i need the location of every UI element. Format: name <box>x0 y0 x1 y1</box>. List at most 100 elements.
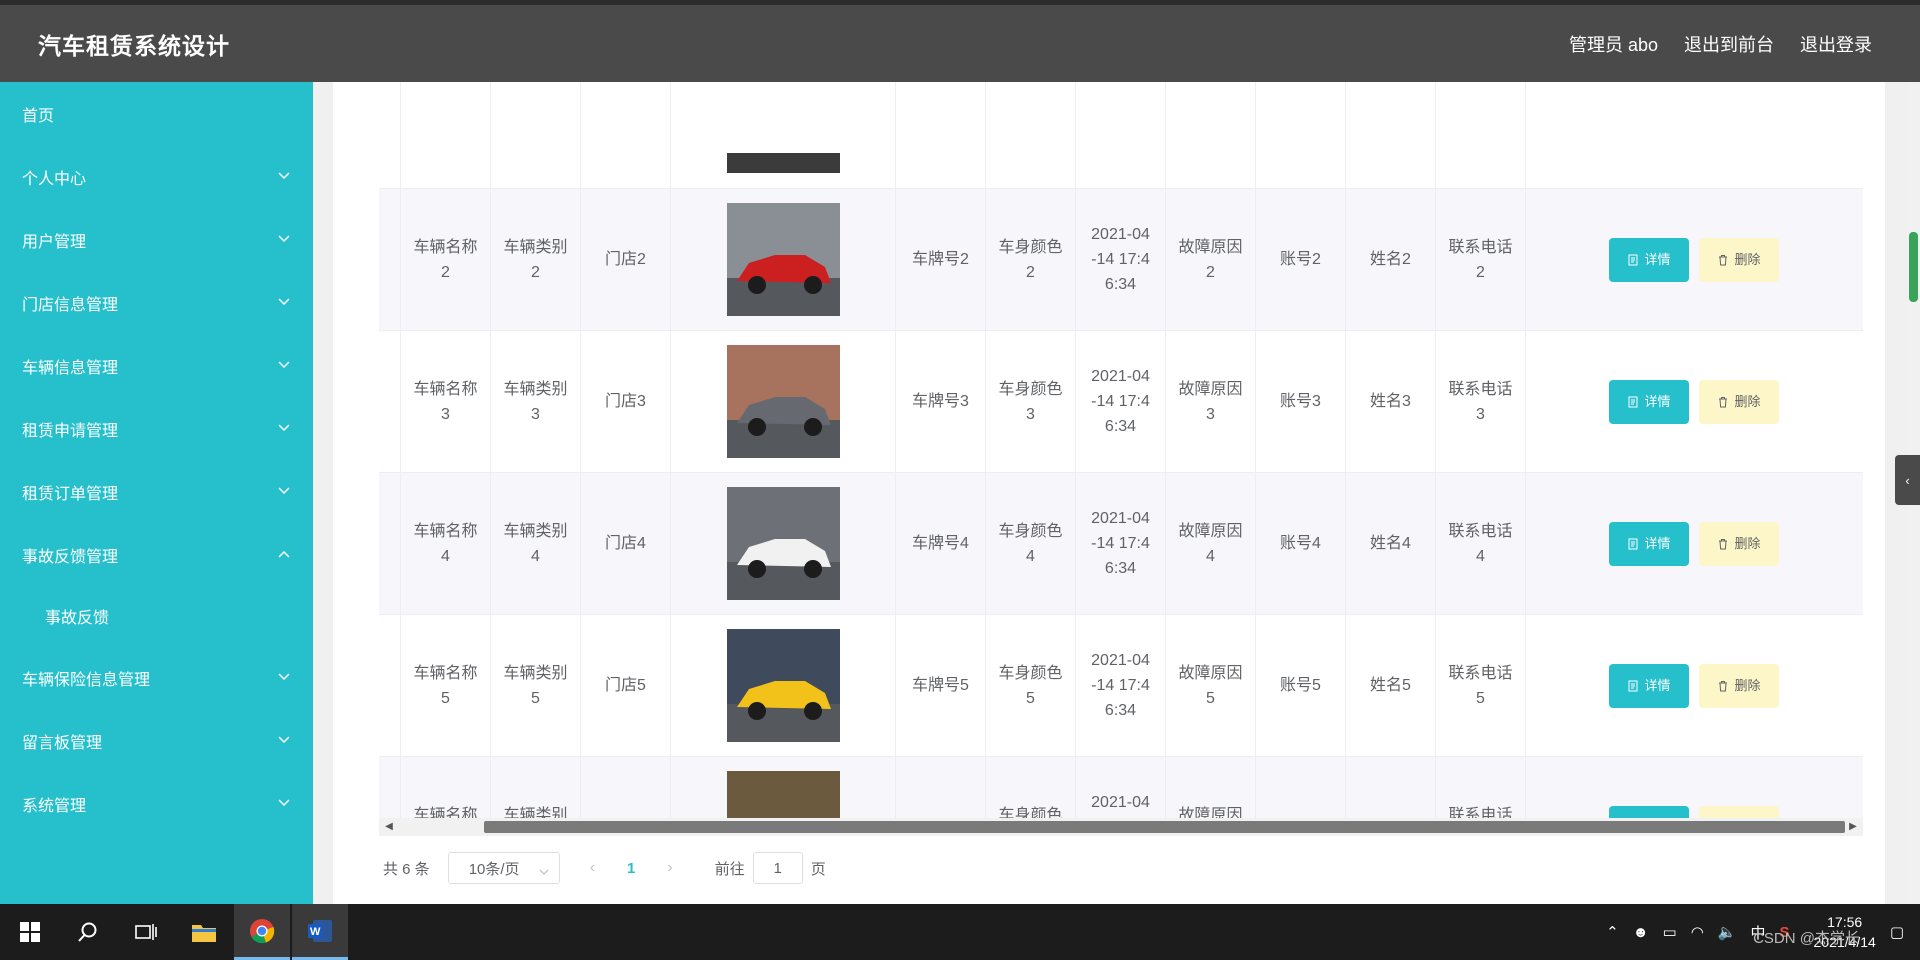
logout-link[interactable]: 退出登录 <box>1800 31 1872 57</box>
cell-phone: 联系电话 3 <box>1436 331 1526 472</box>
sidebar: 首页 个人中心 用户管理 门店信息管理 车辆信息管理 租赁申请管理 租赁订单管理… <box>0 82 313 904</box>
prev-page-icon[interactable]: ‹ <box>590 859 595 877</box>
cell-phone: 联系电话 5 <box>1436 615 1526 756</box>
chevron-up-icon[interactable]: ⌃ <box>1606 923 1619 941</box>
word-icon[interactable]: W <box>292 904 348 960</box>
horizontal-scrollbar[interactable]: ◀ ▶ <box>379 818 1863 836</box>
scroll-left-icon[interactable]: ◀ <box>383 821 395 833</box>
cell-vehicle-category: 车辆类别 6 <box>491 757 581 822</box>
cell-vehicle-name: 车辆名称 3 <box>401 331 491 472</box>
file-explorer-icon[interactable] <box>176 904 232 960</box>
page-number-current[interactable]: 1 <box>627 860 635 877</box>
notification-icon[interactable]: ▢ <box>1890 923 1904 941</box>
cell-plate: 车牌号6 <box>896 757 986 822</box>
delete-button[interactable]: 删除 <box>1699 237 1779 282</box>
back-to-front-link[interactable]: 退出到前台 <box>1684 31 1774 57</box>
cell-time: 2021-04 -14 17:4 6:34 <box>1076 331 1166 472</box>
sidebar-item-label: 事故反馈管理 <box>22 548 119 566</box>
sidebar-item-label: 租赁订单管理 <box>22 485 119 503</box>
table-row: 车辆名称 6车辆类别 6门店6 车牌号6车身颜色 62021-04 -14 17:… <box>379 757 1863 822</box>
sidebar-item-home[interactable]: 首页 <box>0 82 313 145</box>
scrollbar-thumb[interactable] <box>484 821 1845 833</box>
chrome-icon[interactable] <box>234 904 290 960</box>
car-image <box>726 629 840 742</box>
table-row <box>379 82 1863 189</box>
car-image <box>726 203 840 316</box>
sidebar-item-system-management[interactable]: 系统管理 <box>0 772 313 835</box>
cell-store: 门店2 <box>581 189 671 330</box>
cell-plate: 车牌号2 <box>896 189 986 330</box>
cell-account: 账号3 <box>1256 331 1346 472</box>
cell-plate: 车牌号5 <box>896 615 986 756</box>
cell-time: 2021-04 -14 17:4 6:34 <box>1076 189 1166 330</box>
cell-vehicle-category: 车辆类别 5 <box>491 615 581 756</box>
sidebar-item-accident-feedback[interactable]: 事故反馈 <box>0 586 313 646</box>
chevron-down-icon <box>277 796 291 810</box>
total-count: 共 6 条 <box>383 860 430 878</box>
cell-plate: 车牌号3 <box>896 331 986 472</box>
cell-vehicle-name: 车辆名称 6 <box>401 757 491 822</box>
cell-user-name: 姓名6 <box>1346 757 1436 822</box>
table-row: 车辆名称 5 车辆类别 5 门店5 车牌号5 车身颜色 5 2021-04 -14 17:… <box>379 615 1863 757</box>
sidebar-item-personal-center[interactable]: 个人中心 <box>0 145 313 208</box>
sidebar-item-label: 租赁申请管理 <box>22 422 119 440</box>
document-icon <box>1628 538 1638 549</box>
battery-icon[interactable]: ▭ <box>1663 923 1677 941</box>
detail-button-label: 详情 <box>1644 536 1671 551</box>
detail-button[interactable]: 详情 <box>1609 521 1689 566</box>
cell-actions: 详情 删除 <box>1526 615 1863 756</box>
row-gutter <box>379 615 401 756</box>
cell-body-color: 车身颜色 2 <box>986 189 1076 330</box>
document-icon <box>1628 254 1638 265</box>
detail-button[interactable]: 详情 <box>1609 379 1689 424</box>
cell-vehicle-image <box>671 331 896 472</box>
chevron-down-icon <box>539 863 549 880</box>
sidebar-item-accident-feedback-management[interactable]: 事故反馈管理 <box>0 523 313 586</box>
cell-account: 账号5 <box>1256 615 1346 756</box>
sidebar-item-user-management[interactable]: 用户管理 <box>0 208 313 271</box>
scrollbar-thumb[interactable] <box>1909 232 1918 302</box>
cell-account: 账号2 <box>1256 189 1346 330</box>
volume-icon[interactable]: 🔈 <box>1718 923 1737 941</box>
sidebar-item-rental-application[interactable]: 租赁申请管理 <box>0 397 313 460</box>
cell-vehicle-image <box>671 473 896 614</box>
goto-page-input[interactable] <box>752 852 803 884</box>
sidebar-item-insurance-management[interactable]: 车辆保险信息管理 <box>0 646 313 709</box>
trash-icon <box>1719 396 1728 407</box>
search-icon[interactable] <box>60 904 116 960</box>
goto-label: 前往 <box>714 860 745 878</box>
cell-plate: 车牌号4 <box>896 473 986 614</box>
admin-label: 管理员 abo <box>1568 34 1658 55</box>
next-page-icon[interactable]: › <box>667 859 672 877</box>
cell-store: 门店6 <box>581 757 671 822</box>
delete-button[interactable]: 删除 <box>1699 379 1779 424</box>
detail-button-label: 详情 <box>1644 678 1671 693</box>
app-title: 汽车租赁系统设计 <box>38 32 230 59</box>
collapse-panel-button[interactable]: ‹ <box>1895 455 1920 505</box>
sidebar-item-message-board[interactable]: 留言板管理 <box>0 709 313 772</box>
cell-user-name: 姓名4 <box>1346 473 1436 614</box>
sidebar-item-vehicle-management[interactable]: 车辆信息管理 <box>0 334 313 397</box>
delete-button-label: 删除 <box>1734 678 1761 693</box>
task-view-icon[interactable] <box>118 904 174 960</box>
data-table: 车辆名称 2 车辆类别 2 门店2 车牌号2 车身颜色 2 2021-04 -14 17:… <box>379 82 1863 822</box>
windows-start-icon[interactable] <box>2 904 58 960</box>
table-row: 车辆名称 4 车辆类别 4 门店4 车牌号4 车身颜色 4 2021-04 -14 17:… <box>379 473 1863 615</box>
cell-vehicle-category: 车辆类别 3 <box>491 331 581 472</box>
page-size-value: 10条/页 <box>468 860 520 878</box>
table-row: 车辆名称 2 车辆类别 2 门店2 车牌号2 车身颜色 2 2021-04 -14 17:… <box>379 189 1863 331</box>
sidebar-item-rental-orders[interactable]: 租赁订单管理 <box>0 460 313 523</box>
app-tray-icon[interactable]: ☻ <box>1633 924 1649 941</box>
page-size-select[interactable]: 10条/页 <box>447 852 560 884</box>
scroll-right-icon[interactable]: ▶ <box>1847 821 1859 833</box>
delete-button[interactable]: 删除 <box>1699 521 1779 566</box>
page-suffix: 页 <box>810 860 826 878</box>
wifi-icon[interactable]: ◠ <box>1691 923 1704 941</box>
detail-button[interactable]: 详情 <box>1609 237 1689 282</box>
cell-fault-reason: 故障原因 6 <box>1166 757 1256 822</box>
sidebar-item-store-management[interactable]: 门店信息管理 <box>0 271 313 334</box>
cell-user-name: 姓名3 <box>1346 331 1436 472</box>
detail-button[interactable]: 详情 <box>1609 663 1689 708</box>
delete-button[interactable]: 删除 <box>1699 663 1779 708</box>
car-image <box>726 153 840 173</box>
